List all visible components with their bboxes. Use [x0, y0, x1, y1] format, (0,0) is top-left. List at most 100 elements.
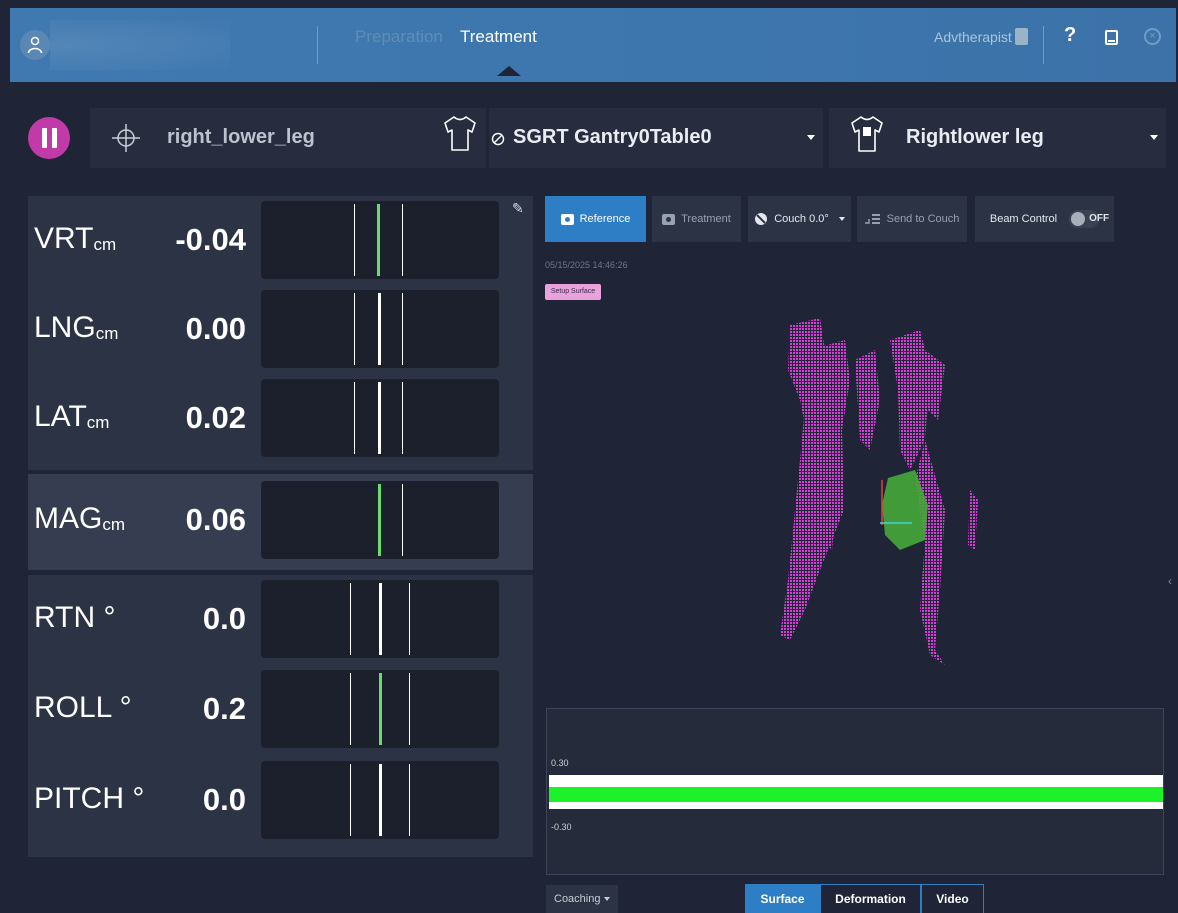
tolerance-line: [354, 204, 355, 276]
metric-value: 0.00: [185, 311, 246, 346]
translation-group: VRTcm -0.04 LNGcm 0.00 LATcm 0.02: [28, 196, 533, 470]
tab-preparation[interactable]: Preparation: [355, 27, 443, 47]
metric-value: 0.0: [202, 601, 246, 636]
body-region-icon: [851, 116, 883, 152]
graph-lower-label: -0.30: [551, 822, 572, 832]
metric-label: VRTcm: [34, 222, 117, 255]
body-region-value: Rightlower leg: [906, 126, 1044, 148]
view-tab-surface[interactable]: Surface: [745, 884, 820, 913]
tolerance-line: [409, 764, 410, 836]
position-indicator: [377, 204, 380, 276]
position-indicator: [378, 484, 381, 556]
couch-angle-dropdown[interactable]: Couch 0.0°: [748, 196, 851, 242]
target-name: right_lower_leg: [167, 126, 315, 148]
position-indicator: [379, 764, 382, 836]
beam-control[interactable]: Beam Control OFF: [975, 196, 1114, 242]
tolerance-line: [402, 293, 403, 365]
user-avatar-icon[interactable]: [20, 30, 50, 60]
metric-value: -0.04: [175, 222, 246, 257]
metric-value: 0.06: [185, 502, 246, 537]
position-indicator: [378, 293, 381, 365]
metric-value: 0.02: [185, 400, 246, 435]
metric-value: 0.0: [202, 782, 246, 817]
metric-meter: [261, 290, 499, 368]
pause-icon: [41, 128, 47, 148]
rotation-group: RTN ° 0.0 ROLL ° 0.2 PITCH ° 0.0: [28, 575, 533, 857]
minimize-icon[interactable]: [1105, 30, 1118, 45]
view-tab-deformation[interactable]: Deformation: [820, 884, 921, 913]
metric-row-pitch: PITCH ° 0.0: [28, 756, 533, 842]
header-divider: [317, 26, 318, 64]
deviation-graph: 0.30 -0.30: [546, 708, 1164, 875]
side-panel-toggle-icon[interactable]: ‹: [1168, 574, 1172, 588]
coaching-dropdown[interactable]: Coaching: [546, 885, 618, 913]
top-bar: [10, 8, 1176, 82]
metric-row-roll: ROLL ° 0.2: [28, 665, 533, 751]
metric-meter: [261, 761, 499, 839]
header-divider: [1043, 26, 1044, 64]
chevron-down-icon: [604, 897, 610, 901]
tolerance-line: [350, 673, 351, 745]
position-indicator: [379, 673, 382, 745]
metric-meter: [261, 481, 499, 559]
tolerance-line: [409, 673, 410, 745]
tolerance-line: [402, 204, 403, 276]
position-indicator: [379, 583, 382, 655]
avatar-glow: [50, 20, 230, 70]
target-selector[interactable]: right_lower_leg: [90, 108, 486, 168]
camera-icon: [560, 213, 574, 225]
tolerance-line: [350, 764, 351, 836]
metric-meter: [261, 379, 499, 457]
metric-value: 0.2: [202, 691, 246, 726]
chevron-down-icon: [807, 135, 815, 140]
chevron-down-icon: [838, 217, 845, 221]
metric-meter: [261, 670, 499, 748]
couch-rotation-icon: [755, 213, 768, 225]
camera-icon: [662, 213, 676, 225]
metric-label: MAGcm: [34, 502, 126, 535]
graph-upper-label: 0.30: [551, 758, 569, 768]
metric-meter: [261, 580, 499, 658]
chevron-down-icon: [1150, 135, 1158, 140]
metric-row-vrt: VRTcm -0.04: [28, 196, 533, 282]
metric-meter: [261, 201, 499, 279]
metric-label: LATcm: [34, 400, 110, 433]
torso-outline-icon: [444, 116, 476, 151]
view-tab-video[interactable]: Video: [921, 884, 984, 913]
user-name[interactable]: Advtherapist: [934, 29, 1012, 45]
setup-surface-tag: Setup Surface: [545, 284, 601, 300]
metric-row-lng: LNGcm 0.00: [28, 285, 533, 371]
tab-treatment[interactable]: Treatment: [460, 27, 537, 47]
send-to-couch-icon: [864, 214, 880, 224]
deviation-trace: [549, 787, 1163, 802]
close-icon[interactable]: ×: [1144, 28, 1161, 45]
gantry-table-value: SGRT Gantry0Table0: [513, 126, 712, 148]
active-tab-indicator: [497, 66, 521, 76]
reference-button[interactable]: Reference: [545, 196, 646, 242]
tolerance-line: [350, 583, 351, 655]
treatment-capture-button[interactable]: Treatment: [652, 196, 741, 242]
pause-icon: [51, 128, 57, 148]
tolerance-line: [402, 382, 403, 454]
surface-3d-view[interactable]: [760, 310, 1000, 680]
send-to-couch-button[interactable]: Send to Couch: [857, 196, 967, 242]
metric-row-lat: LATcm 0.02: [28, 374, 533, 460]
magnitude-group: MAGcm 0.06: [28, 474, 533, 570]
crosshair-icon: [112, 124, 140, 152]
metric-row-mag: MAGcm 0.06: [28, 476, 533, 562]
metric-label: PITCH °: [34, 782, 145, 815]
user-badge-icon: [1015, 28, 1028, 45]
tolerance-line: [354, 293, 355, 365]
gantry-table-dropdown[interactable]: SGRT Gantry0Table0: [489, 108, 823, 168]
body-region-dropdown[interactable]: Rightlower leg: [829, 108, 1166, 168]
metric-label: LNGcm: [34, 311, 119, 344]
position-indicator: [378, 382, 381, 454]
no-entry-icon: [491, 132, 505, 146]
metric-label: ROLL °: [34, 691, 132, 724]
beam-control-toggle[interactable]: OFF: [1069, 210, 1109, 228]
metric-label: RTN °: [34, 601, 116, 634]
pause-button[interactable]: [28, 117, 70, 159]
help-button[interactable]: ?: [1064, 24, 1076, 47]
edit-pencil-icon[interactable]: ✎: [512, 200, 524, 216]
tolerance-line: [409, 583, 410, 655]
